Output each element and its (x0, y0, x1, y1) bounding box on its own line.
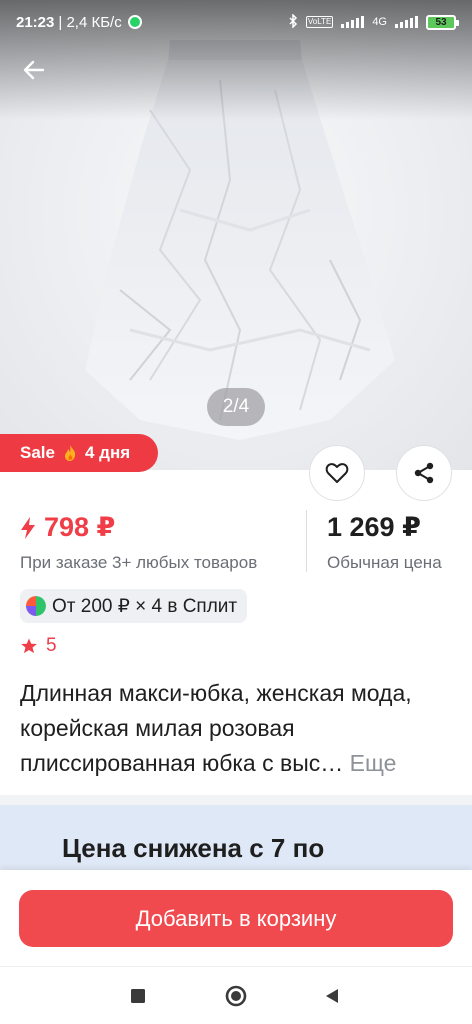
wishlist-button[interactable] (309, 445, 365, 501)
square-icon (131, 989, 145, 1003)
battery-icon: 53 (426, 14, 459, 30)
bluetooth-icon (288, 12, 298, 31)
regular-price: 1 269 ₽ (327, 512, 421, 542)
recent-apps-button[interactable] (126, 984, 150, 1008)
circle-icon (225, 985, 247, 1007)
split-payment-chip[interactable]: От 200 ₽ × 4 в Сплит (20, 589, 248, 623)
show-more-link[interactable]: Еще (350, 750, 397, 776)
sale-price-block: 798 ₽ При заказе 3+ любых товаров (20, 512, 257, 573)
sale-price: 798 ₽ (44, 512, 116, 542)
whatsapp-icon (127, 15, 142, 29)
add-to-cart-button[interactable]: Добавить в корзину (19, 890, 453, 947)
split-icon (26, 596, 46, 616)
sale-days: 4 дня (84, 443, 131, 462)
arrow-left-icon (23, 60, 45, 80)
regular-price-block: 1 269 ₽ Обычная цена (327, 512, 442, 573)
lightning-icon (21, 516, 35, 539)
rating-value: 5 (46, 635, 57, 656)
sale-badge: Sale 4 дня (0, 434, 159, 472)
sale-label: Sale (20, 443, 55, 462)
network-speed: | 2,4 КБ/с (58, 13, 122, 31)
signal-icon-2 (395, 16, 418, 28)
flame-icon (64, 445, 76, 461)
home-button[interactable] (224, 984, 248, 1008)
bottom-action-bar: Добавить в корзину (0, 870, 472, 966)
back-nav-button[interactable] (320, 984, 344, 1008)
price-divider (306, 510, 307, 572)
star-icon (21, 638, 37, 654)
volte-icon: VoLTE (305, 16, 334, 28)
share-button[interactable] (396, 445, 452, 501)
price-drop-text: Цена снижена с 7 по (62, 833, 325, 863)
network-type: 4G (372, 16, 387, 28)
regular-price-note: Обычная цена (327, 553, 442, 572)
sale-price-note: При заказе 3+ любых товаров (20, 553, 258, 572)
product-title: Длинная макси-юбка, женская мода, корейс… (20, 676, 450, 781)
system-nav-bar (0, 966, 472, 1024)
back-button[interactable] (16, 52, 52, 88)
signal-icon (341, 16, 365, 28)
status-bar: 21:23 | 2,4 КБ/с VoLTE 4G 53 (0, 0, 472, 44)
section-separator (0, 795, 472, 805)
gallery-indicator: 2/4 (207, 388, 265, 426)
status-time: 21:23 (16, 13, 55, 31)
rating[interactable]: 5 (20, 635, 57, 657)
split-text: От 200 ₽ × 4 в Сплит (52, 595, 238, 617)
heart-icon (325, 463, 349, 483)
share-icon (414, 462, 434, 484)
triangle-back-icon (326, 989, 338, 1003)
price-drop-banner: Цена снижена с 7 по (0, 805, 472, 870)
